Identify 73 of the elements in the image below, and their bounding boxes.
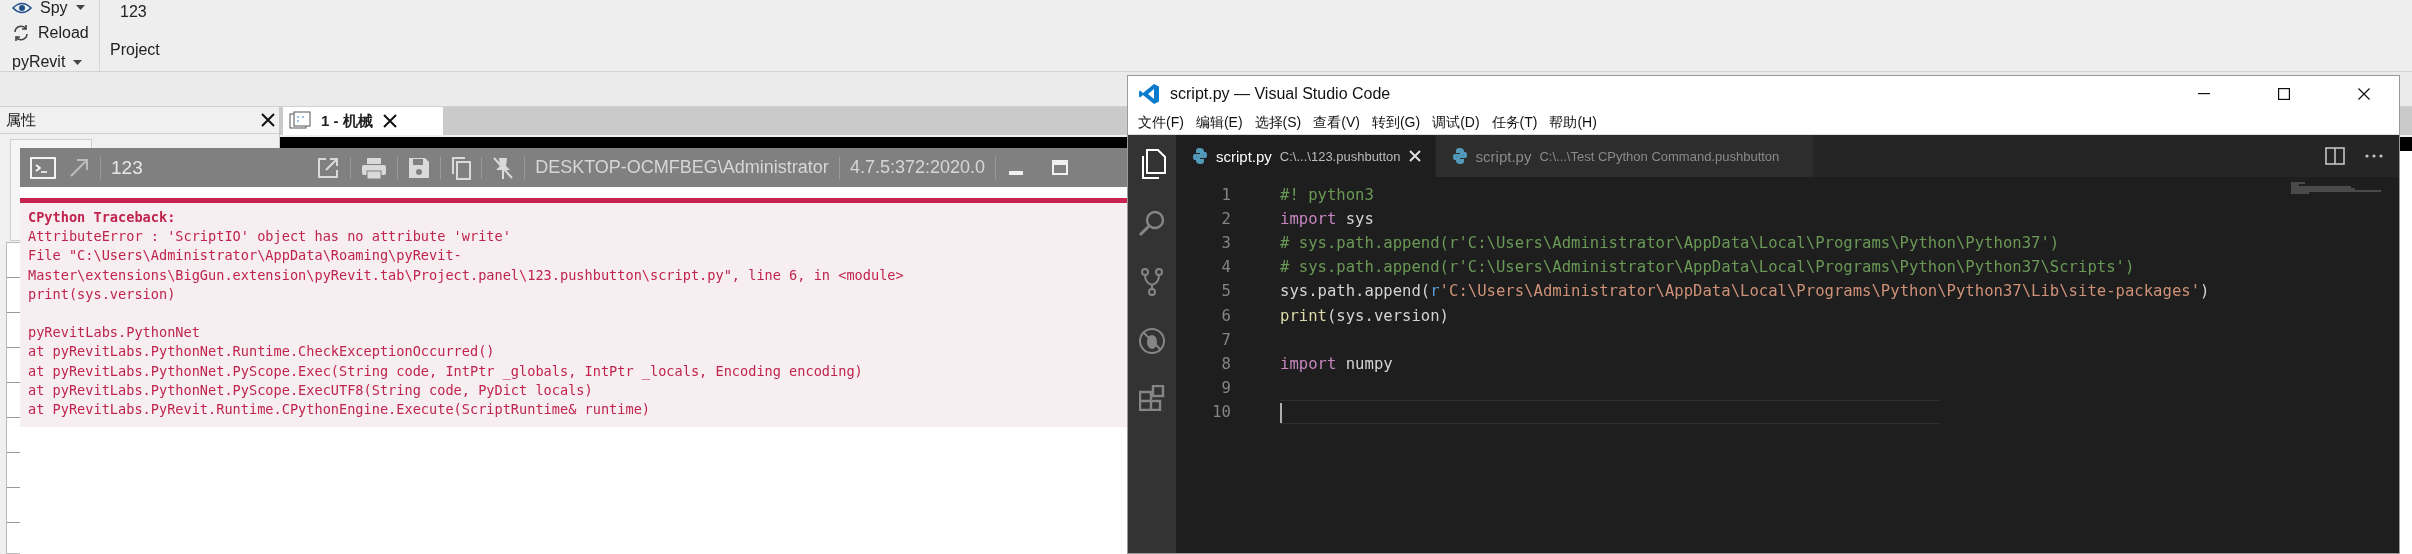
line-number: 5 (1220, 282, 1232, 301)
python-icon (1451, 147, 1468, 165)
search-icon[interactable] (1138, 209, 1166, 237)
ribbon-button[interactable]: Reload (12, 20, 99, 45)
version-label: 4.7.5:372:2020.0 (849, 157, 985, 178)
output-line: AttributeError : 'ScriptIO' object has no attribute 'write' (28, 227, 512, 247)
code-line: # sys.path.append(r'C:\Users\Administrator\AppData\Local\Programs\Python\Python37') (1280, 233, 2060, 255)
menu-item[interactable]: 转到(G) (1371, 114, 1421, 132)
python-icon (1192, 147, 1208, 165)
line-number: 3 (1220, 234, 1232, 253)
vscode-logo-icon (1138, 83, 1160, 105)
code-line: sys.path.append(r'C:\Users\Administrator\AppData\Local\Programs\Python\Python37\Lib\site-packages') (1280, 281, 2210, 303)
terminal-icon (30, 156, 56, 179)
line-number: 2 (1220, 210, 1232, 229)
editor-tab[interactable]: script.py C:\...\123.pushbutton (1176, 135, 1436, 177)
line-number: 7 (1220, 330, 1232, 349)
panel-button[interactable]: 123 (120, 3, 160, 33)
extensions-icon[interactable] (1139, 385, 1165, 411)
menu-item[interactable]: 查看(V) (1313, 114, 1360, 132)
output-line: Master\extensions\BigGun.extension\pyRevit.tab\Project.panel\123.pushbutton\script.py", line 6, in <module> (28, 265, 905, 285)
maximize-icon[interactable] (2278, 88, 2290, 100)
menu-item[interactable]: 编辑(E) (1195, 114, 1243, 132)
menu-item[interactable]: 文件(F) (1138, 114, 1184, 132)
window-title: script.py — Visual Studio Code (1170, 85, 1391, 103)
code-line: print(sys.version) (1280, 305, 1449, 327)
minimize-icon[interactable] (2198, 93, 2210, 95)
output-line: at pyRevitLabs.PythonNet.PyScope.ExecUTF8(String code, PyDict locals) (28, 380, 594, 400)
open-external-icon[interactable] (316, 155, 341, 180)
line-number: 8 (1220, 354, 1232, 373)
code-line: # sys.path.append(r'C:\Users\Administrator\AppData\Local\Programs\Python\Python37\Scripts') (1280, 257, 2135, 279)
line-number: 10 (1211, 402, 1232, 421)
editor-tab[interactable]: script.py C:\...\Test CPython Command.pushbutton (1435, 135, 1815, 177)
pin-icon[interactable] (492, 155, 515, 180)
line-number: 1 (1220, 186, 1232, 205)
more-icon[interactable] (2365, 154, 2383, 158)
reload-icon (12, 23, 30, 42)
output-line: CPython Traceback: (28, 208, 177, 227)
save-icon[interactable] (408, 156, 431, 179)
menu-item[interactable]: 调试(D) (1432, 114, 1480, 132)
close-icon[interactable] (2358, 88, 2370, 100)
ribbon-button[interactable]: Spy (12, 0, 99, 20)
line-number: 4 (1220, 258, 1232, 277)
panel-title: 属性 (6, 110, 36, 130)
close-icon[interactable] (382, 114, 397, 128)
line-number: 9 (1220, 378, 1232, 397)
arrow-icon[interactable] (68, 156, 90, 179)
tab-menu[interactable]: pyRevit (12, 53, 99, 71)
menu-item[interactable]: 任务(T) (1491, 114, 1538, 132)
output-line: print(sys.version) (28, 284, 177, 304)
panel-title: Project (110, 41, 160, 59)
user-name: DESKTOP-OCMFBEG\Administrator (535, 157, 829, 178)
code-line: import sys (1280, 209, 1374, 231)
copy-icon[interactable] (451, 155, 472, 180)
split-editor-icon[interactable] (2325, 147, 2345, 165)
view-icon (289, 111, 311, 131)
close-icon[interactable] (261, 113, 275, 127)
eye-icon (12, 0, 32, 15)
view-tab[interactable]: 1 - 机械 (283, 107, 443, 135)
branch-icon[interactable] (1140, 267, 1164, 297)
print-icon[interactable] (361, 156, 388, 179)
caret-icon (73, 59, 83, 65)
menu-item[interactable]: 选择(S) (1254, 114, 1302, 132)
output-line: File "C:\Users\Administrator\AppData\Roaming\pyRevit- (28, 246, 463, 266)
output-line: pyRevitLabs.PythonNet (28, 323, 201, 343)
bug-icon[interactable] (1138, 327, 1166, 355)
code-line: #! python3 (1280, 185, 1374, 207)
output-line: at PyRevitLabs.PyRevit.Runtime.CPythonEngine.Execute(ScriptRuntime& runtime) (28, 400, 651, 419)
menu-item[interactable]: 帮助(H) (1549, 114, 1597, 132)
window-title: 123 (111, 156, 143, 179)
line-number: 6 (1220, 306, 1232, 325)
output-line: at pyRevitLabs.PythonNet.Runtime.CheckExceptionOccurred() (28, 342, 496, 362)
output-line: at pyRevitLabs.PythonNet.PyScope.Exec(String code, IntPtr _globals, IntPtr _locals, Encoding encoding) (28, 361, 864, 381)
code-line: import numpy (1280, 353, 1393, 375)
